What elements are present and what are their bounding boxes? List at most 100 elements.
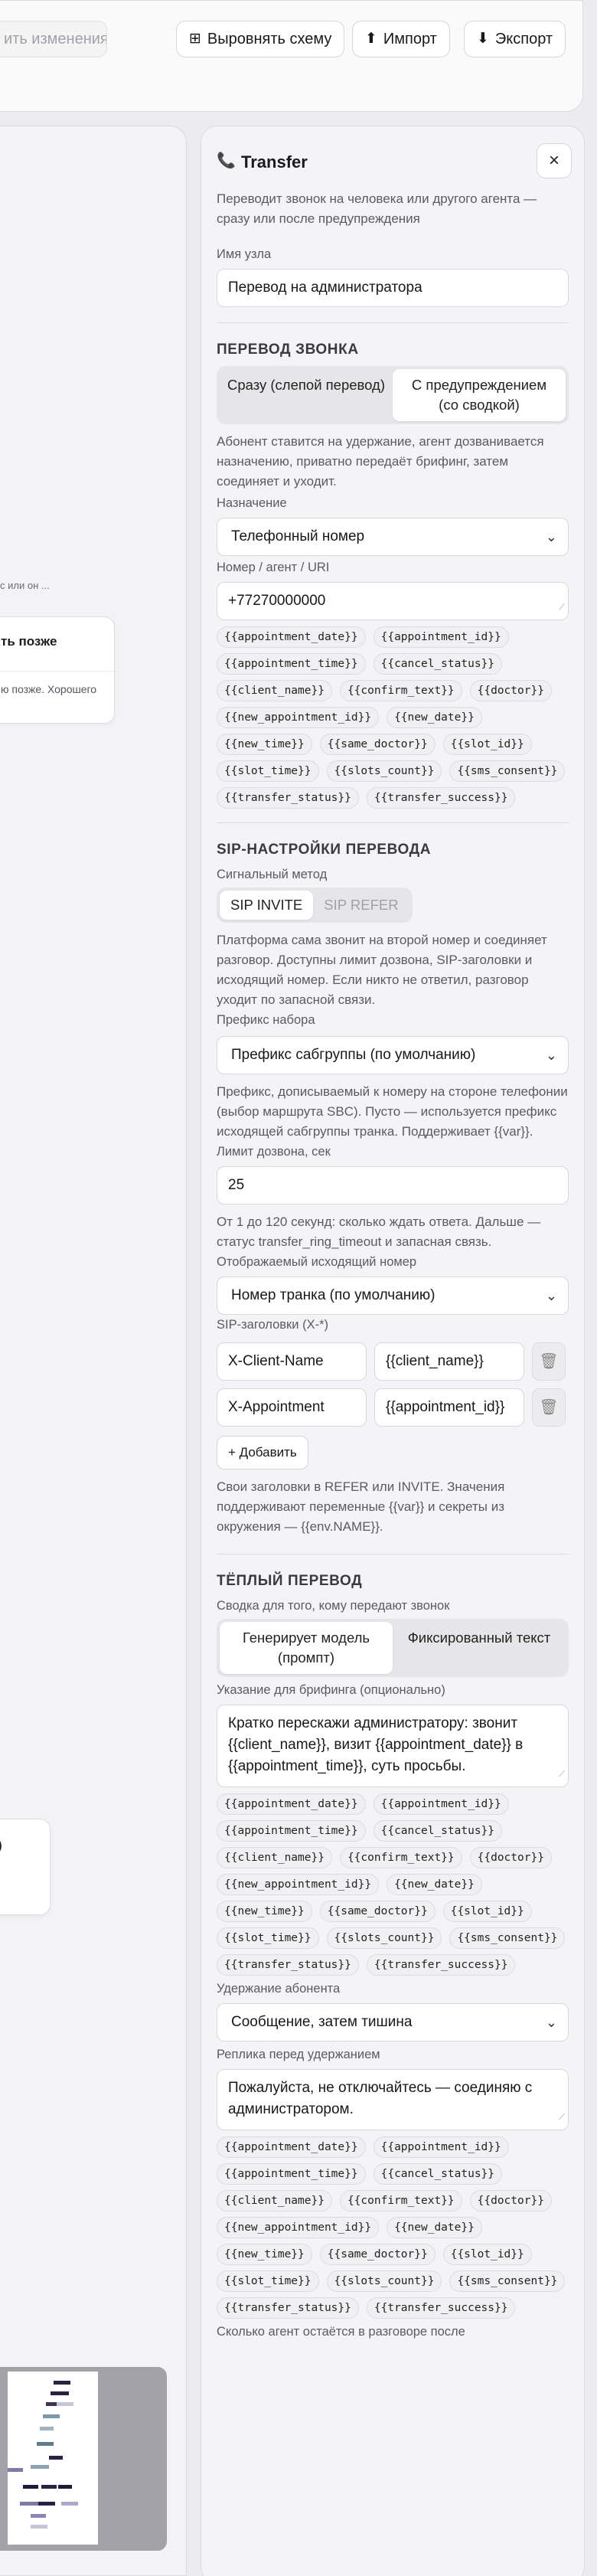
variable-chip[interactable]: {{cancel_status}}	[373, 1820, 503, 1842]
transfer-mode-warm[interactable]: С предупреждением (со сводкой)	[393, 369, 566, 421]
delete-header-button[interactable]: 🗑	[532, 1342, 566, 1381]
variable-chip[interactable]: {{client_name}}	[217, 2190, 332, 2212]
variable-chip[interactable]: {{same_doctor}}	[319, 1901, 436, 1922]
variable-chip[interactable]: {{slot_id}}	[442, 734, 532, 755]
export-label: Экспорт	[494, 31, 553, 47]
flow-node[interactable]: ть позже ю позже. Хорошего	[0, 616, 115, 724]
signal-method-invite[interactable]: SIP INVITE	[220, 891, 314, 920]
flow-canvas[interactable]: с или он ... ть позже ю позже. Хорошего …	[0, 126, 187, 2576]
resize-grip-icon[interactable]: ⟋	[559, 1764, 565, 1785]
upload-arrow-icon: ⬆	[365, 31, 377, 47]
variable-chip[interactable]: {{slot_id}}	[442, 2244, 532, 2265]
trash-icon: 🗑	[539, 1353, 559, 1370]
align-layout-label: Выровнять схему	[207, 31, 332, 47]
briefing-textarea[interactable]: Кратко перескажи администратору: звонит …	[217, 1705, 569, 1787]
variable-chip[interactable]: {{sms_consent}}	[449, 760, 566, 782]
variable-chip[interactable]: {{appointment_id}}	[373, 2136, 509, 2158]
dial-prefix-description: Префикс, дописываемый к номеру на сторон…	[217, 1084, 568, 1139]
variable-chip[interactable]: {{slots_count}}	[326, 760, 442, 782]
hold-phrase-textarea[interactable]: Пожалуйста, не отключайтесь — соединяю с…	[217, 2069, 569, 2130]
variable-chip[interactable]: {{appointment_time}}	[217, 1820, 366, 1842]
dial-prefix-select[interactable]: Префикс сабгруппы (по умолчанию) ⌄	[217, 1036, 569, 1074]
export-button[interactable]: ⬇ Экспорт	[464, 21, 566, 57]
variable-chip[interactable]: {{slots_count}}	[326, 1927, 442, 1949]
dial-prefix-value: Префикс сабгруппы (по умолчанию)	[231, 1047, 476, 1063]
variable-chip[interactable]: {{cancel_status}}	[373, 653, 503, 675]
variable-chip[interactable]: {{slot_time}}	[217, 760, 319, 782]
variable-chip[interactable]: {{slots_count}}	[326, 2270, 442, 2292]
minimap[interactable]	[0, 2367, 167, 2551]
variable-chip[interactable]: {{confirm_text}}	[339, 2190, 462, 2212]
resize-grip-icon[interactable]: ⟋	[559, 597, 565, 618]
sip-headers-label: SIP-заголовки (X-*)	[217, 1318, 328, 1332]
variable-chip[interactable]: {{confirm_text}}	[339, 680, 462, 701]
destination-select[interactable]: Телефонный номер ⌄	[217, 518, 569, 556]
variable-chip[interactable]: {{new_appointment_id}}	[217, 2217, 380, 2238]
variable-chip[interactable]: {{appointment_date}}	[217, 1793, 366, 1815]
variable-chip[interactable]: {{new_date}}	[387, 2217, 482, 2238]
variable-chip[interactable]: {{appointment_date}}	[217, 626, 366, 648]
flow-node[interactable]: )	[0, 1819, 51, 1915]
variable-chip[interactable]: {{new_date}}	[387, 707, 482, 728]
variable-chip[interactable]: {{transfer_success}}	[366, 787, 516, 809]
variable-chip[interactable]: {{doctor}}	[469, 1847, 552, 1868]
variable-chip[interactable]: {{new_time}}	[217, 1901, 312, 1922]
variable-chip[interactable]: {{same_doctor}}	[319, 2244, 436, 2265]
variable-chip[interactable]: {{transfer_status}}	[217, 2297, 359, 2319]
variable-chip[interactable]: {{new_appointment_id}}	[217, 1874, 380, 1895]
variable-chip[interactable]: {{appointment_time}}	[217, 653, 366, 675]
variable-chip[interactable]: {{slot_time}}	[217, 1927, 319, 1949]
hold-select[interactable]: Сообщение, затем тишина ⌄	[217, 2003, 569, 2042]
variable-chip[interactable]: {{appointment_date}}	[217, 2136, 366, 2158]
variable-chip[interactable]: {{appointment_id}}	[373, 626, 509, 648]
caller-id-select[interactable]: Номер транка (по умолчанию) ⌄	[217, 1277, 569, 1315]
node-divider	[0, 671, 114, 672]
ring-limit-description: От 1 до 120 секунд: сколько ждать ответа…	[217, 1214, 541, 1249]
sip-header-name-input[interactable]: X-Appointment	[217, 1388, 367, 1427]
variable-chip[interactable]: {{transfer_success}}	[366, 1954, 516, 1976]
close-panel-button[interactable]: ×	[537, 143, 572, 178]
align-layout-button[interactable]: ⊞ Выровнять схему	[176, 21, 345, 57]
variable-chip[interactable]: {{doctor}}	[469, 2190, 552, 2212]
signal-method-refer[interactable]: SIP REFER	[313, 891, 409, 920]
save-changes-button[interactable]: ить изменения	[0, 21, 107, 57]
variable-chip[interactable]: {{new_time}}	[217, 2244, 312, 2265]
node-description: Переводит звонок на человека или другого…	[217, 191, 537, 226]
variable-chip[interactable]: {{same_doctor}}	[319, 734, 436, 755]
variable-chip[interactable]: {{sms_consent}}	[449, 2270, 566, 2292]
sip-header-value-input[interactable]: {{client_name}}	[374, 1342, 524, 1381]
variable-chip[interactable]: {{sms_consent}}	[449, 1927, 566, 1949]
transfer-mode-blind[interactable]: Сразу (слепой перевод)	[220, 369, 393, 421]
sip-header-name-input[interactable]: X-Client-Name	[217, 1342, 367, 1381]
sip-headers-description: Свои заголовки в REFER или INVITE. Значе…	[217, 1479, 505, 1534]
resize-grip-icon[interactable]: ⟋	[559, 2107, 565, 2128]
panel-header: 📞 Transfer ×	[217, 143, 572, 181]
variable-chip[interactable]: {{transfer_status}}	[217, 787, 359, 809]
delete-header-button[interactable]: 🗑	[532, 1388, 566, 1427]
ring-limit-input[interactable]: 25	[217, 1166, 569, 1205]
add-header-button[interactable]: + Добавить	[217, 1436, 308, 1469]
variable-chip[interactable]: {{confirm_text}}	[339, 1847, 462, 1868]
summary-mode-generated[interactable]: Генерирует модель (промпт)	[220, 1622, 393, 1674]
sip-header-value-input[interactable]: {{appointment_id}}	[374, 1388, 524, 1427]
sip-header-row: X-Client-Name {{client_name}} 🗑	[217, 1342, 569, 1381]
variable-chip[interactable]: {{new_appointment_id}}	[217, 707, 380, 728]
variable-chip[interactable]: {{appointment_time}}	[217, 2163, 366, 2185]
summary-mode-fixed[interactable]: Фиксированный текст	[393, 1622, 566, 1674]
import-button[interactable]: ⬆ Импорт	[352, 21, 450, 57]
variable-chip[interactable]: {{client_name}}	[217, 680, 332, 701]
number-input[interactable]: +77270000000 ⟋	[217, 582, 569, 620]
variable-chip[interactable]: {{slot_id}}	[442, 1901, 532, 1922]
variable-chip[interactable]: {{transfer_success}}	[366, 2297, 516, 2319]
variable-chip[interactable]: {{new_time}}	[217, 734, 312, 755]
node-name-input[interactable]: Перевод на администратора	[217, 269, 569, 307]
variable-chip[interactable]: {{cancel_status}}	[373, 2163, 503, 2185]
variable-chip[interactable]: {{client_name}}	[217, 1847, 332, 1868]
panel-title: Transfer	[241, 152, 308, 172]
variable-chip[interactable]: {{transfer_status}}	[217, 1954, 359, 1976]
variable-chip[interactable]: {{slot_time}}	[217, 2270, 319, 2292]
variable-chips: {{appointment_date}} {{appointment_id}} {{…	[217, 2136, 569, 2319]
variable-chip[interactable]: {{appointment_id}}	[373, 1793, 509, 1815]
variable-chip[interactable]: {{new_date}}	[387, 1874, 482, 1895]
variable-chip[interactable]: {{doctor}}	[469, 680, 552, 701]
